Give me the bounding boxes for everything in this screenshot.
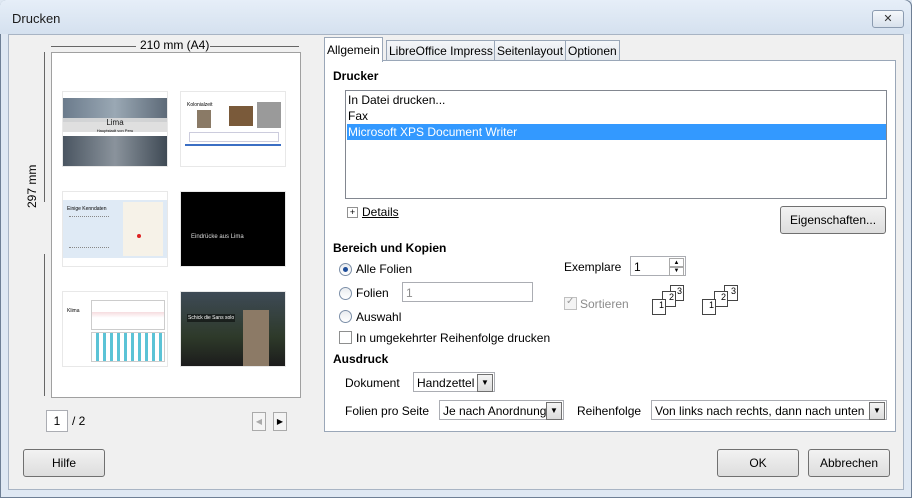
- preview-slide-kolonialzeit: Kolonialzeit: [180, 91, 286, 167]
- order-label: Reihenfolge: [577, 404, 642, 418]
- prev-page-button[interactable]: ◀: [252, 412, 266, 431]
- collated-pages-icon: 3 2 1: [650, 285, 690, 321]
- printer-list[interactable]: In Datei drucken... Fax Microsoft XPS Do…: [345, 90, 887, 199]
- slides-per-page-label: Folien pro Seite: [345, 404, 430, 418]
- reverse-order-label: In umgekehrter Reihenfolge drucken: [356, 331, 551, 345]
- slides-range-input[interactable]: 1: [402, 282, 533, 302]
- order-select[interactable]: Von links nach rechts, dann nach unten ▼: [651, 400, 887, 420]
- details-label: Details: [362, 205, 399, 219]
- tab-seitenlayout[interactable]: Seitenlayout: [494, 40, 567, 61]
- preview-slide-eindruecke: Eindrücke aus Lima: [180, 191, 286, 267]
- copies-value: 1: [634, 260, 641, 274]
- slide-subtitle: Hauptstadt von Peru: [96, 128, 134, 133]
- checkmark-icon: ✓: [566, 296, 575, 307]
- building-image: [229, 106, 253, 126]
- tab-allgemein[interactable]: Allgemein: [324, 37, 383, 62]
- ok-button[interactable]: OK: [717, 449, 799, 477]
- cancel-button[interactable]: Abbrechen: [808, 449, 890, 477]
- chevron-down-icon: ▼: [869, 402, 885, 420]
- close-icon: ✕: [883, 13, 893, 25]
- chevron-down-icon: ▼: [477, 374, 493, 392]
- chevron-right-icon: ▶: [276, 417, 284, 426]
- range-heading: Bereich und Kopien: [333, 241, 447, 255]
- chevron-down-icon: ▼: [546, 402, 562, 420]
- spin-down-icon[interactable]: ▼: [669, 266, 684, 276]
- selection-label: Auswahl: [356, 310, 402, 324]
- collate-checkbox[interactable]: ✓: [564, 296, 577, 310]
- paper-height-label: 297 mm: [25, 164, 39, 208]
- order-value: Von links nach rechts, dann nach unten: [655, 404, 865, 418]
- reverse-order-checkbox[interactable]: [339, 331, 352, 344]
- bullet-list: [69, 216, 109, 248]
- width-dimension-line-left: [51, 46, 136, 47]
- collate-label: Sortieren: [580, 297, 629, 311]
- output-heading: Ausdruck: [333, 352, 389, 366]
- properties-button[interactable]: Eigenschaften...: [780, 206, 886, 234]
- slides-per-page-value: Je nach Anordnung: [443, 404, 547, 418]
- slide-title: Schick die Sans solo: [187, 314, 236, 322]
- printer-item-fax[interactable]: Fax: [347, 108, 886, 124]
- details-expander[interactable]: Details: [362, 205, 399, 219]
- temperature-chart: [91, 300, 165, 330]
- slide-title: Eindrücke aus Lima: [191, 234, 244, 240]
- printer-heading: Drucker: [333, 69, 379, 83]
- slides-radio[interactable]: [339, 287, 352, 300]
- document-select[interactable]: Handzettel ▼: [413, 372, 495, 392]
- peru-map: [123, 202, 163, 256]
- preview-slide-lima: Lima Hauptstadt von Peru: [62, 91, 168, 167]
- copies-label: Exemplare: [564, 260, 622, 274]
- height-dimension-line-bottom: [44, 254, 45, 396]
- document-value: Handzettel: [417, 376, 475, 390]
- slide-title: Klima: [67, 308, 80, 314]
- engraving-image: [257, 102, 281, 128]
- slide-title: Kolonialzeit: [187, 102, 213, 108]
- width-dimension-line-right: [210, 46, 299, 47]
- location-marker: [137, 234, 141, 238]
- slide-title: Einige Kenndaten: [67, 206, 107, 212]
- next-page-button[interactable]: ▶: [273, 412, 287, 431]
- collated-pages-icon-2: 3 2 1: [698, 285, 742, 321]
- slides-label: Folien: [356, 286, 389, 300]
- close-button[interactable]: ✕: [872, 10, 904, 28]
- paper-width-label: 210 mm (A4): [140, 38, 210, 52]
- expand-icon[interactable]: +: [347, 207, 358, 218]
- slides-per-page-select[interactable]: Je nach Anordnung ▼: [439, 400, 564, 420]
- city-photo: [63, 136, 167, 166]
- portrait-image: [197, 110, 211, 128]
- all-slides-radio[interactable]: [339, 263, 352, 276]
- help-button[interactable]: Hilfe: [23, 449, 105, 477]
- all-slides-label: Alle Folien: [356, 262, 413, 276]
- page-total: / 2: [72, 414, 86, 428]
- tab-libreoffice-impress[interactable]: LibreOffice Impress: [386, 40, 496, 61]
- copies-input[interactable]: 1 ▲ ▼: [630, 256, 686, 276]
- precipitation-chart: [91, 332, 165, 362]
- timeline-line: [185, 144, 281, 146]
- selection-radio[interactable]: [339, 310, 352, 323]
- tab-optionen[interactable]: Optionen: [565, 40, 620, 61]
- preview-slide-klima: Klima: [62, 291, 168, 367]
- document-label: Dokument: [345, 376, 400, 390]
- title-bar: [0, 0, 910, 34]
- preview-slide-kenndaten: Einige Kenndaten: [62, 191, 168, 267]
- dialog-title: Drucken: [12, 11, 61, 26]
- printer-item-file[interactable]: In Datei drucken...: [347, 92, 886, 108]
- height-dimension-line-top: [44, 52, 45, 202]
- timeline-boxes: [189, 132, 279, 142]
- print-preview-page: Lima Hauptstadt von Peru Kolonialzeit Ei…: [51, 52, 301, 398]
- preview-slide-kathedrale: Schick die Sans solo: [180, 291, 286, 367]
- printer-item-xps[interactable]: Microsoft XPS Document Writer: [347, 124, 886, 140]
- cathedral-image: [243, 310, 269, 366]
- page-number-input[interactable]: 1: [46, 410, 68, 432]
- chevron-left-icon: ◀: [255, 417, 263, 426]
